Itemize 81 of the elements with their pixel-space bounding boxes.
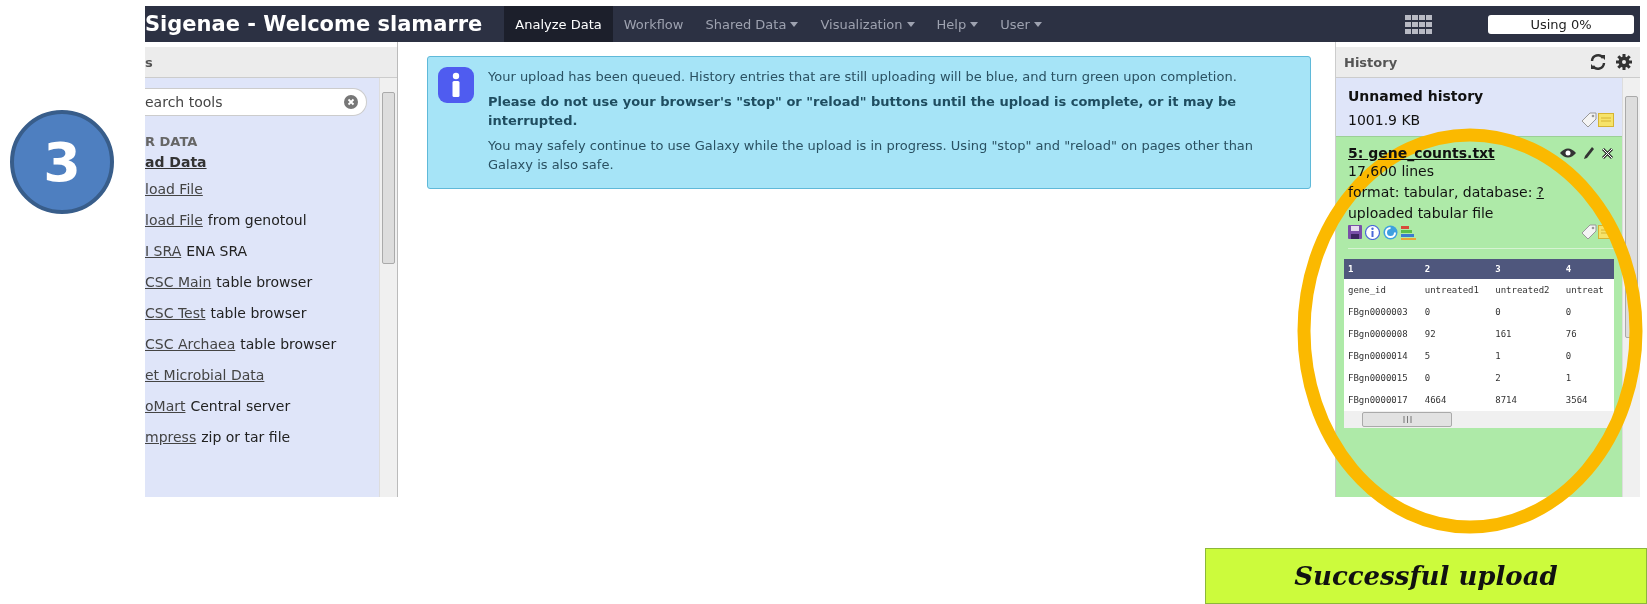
tool-link[interactable]: ad Data [145, 154, 207, 170]
table-cell-text: 2 [1494, 372, 1502, 385]
rerun-icon[interactable] [1383, 224, 1398, 240]
gear-icon[interactable] [1616, 54, 1632, 70]
tool-description: table browser [240, 335, 337, 352]
tool-link[interactable]: oMart [145, 397, 186, 414]
nav-tab[interactable]: Visualization [809, 6, 926, 42]
table-cell-text: 3564 [1564, 394, 1589, 407]
table-cell-text: 1 [1564, 372, 1573, 385]
table-cell-text: 4664 [1423, 394, 1448, 407]
table-cell-text: 0 [1423, 372, 1432, 385]
nav-tab[interactable]: Shared Data [694, 6, 810, 42]
pencil-icon[interactable] [1583, 146, 1595, 160]
clear-icon[interactable] [344, 95, 358, 109]
database-link[interactable]: ? [1536, 184, 1544, 200]
column-header: 4 [1561, 259, 1614, 279]
panel-title: s [145, 54, 153, 70]
table-cell: gene_id [1344, 279, 1421, 301]
table-cell-text: 8714 [1494, 394, 1518, 407]
tag-icon[interactable] [1581, 224, 1597, 240]
eye-icon[interactable] [1559, 147, 1577, 159]
table-cell-text: 161 [1494, 328, 1513, 341]
table-cell-text: FBgn0000008 [1347, 328, 1409, 341]
caption-label: Successful upload [1205, 548, 1647, 604]
table-cell-text: FBgn0000017 [1347, 394, 1409, 407]
info-icon [438, 67, 474, 103]
nav-tab[interactable]: Help [925, 6, 990, 42]
table-cell-text: FBgn0000015 [1347, 372, 1409, 385]
step-badge: 3 [10, 110, 114, 214]
refresh-icon[interactable] [1590, 54, 1606, 70]
grid-icon[interactable] [1405, 14, 1432, 34]
table-cell-text: 0 [1423, 306, 1432, 319]
column-header: 2 [1420, 259, 1492, 279]
column-header: 3 [1491, 259, 1562, 279]
quota-label: Using 0% [1529, 15, 1593, 34]
tool-description: zip or tar file [201, 428, 291, 445]
nav-tab[interactable]: Analyze Data [504, 6, 613, 42]
message-text: You may safely continue to use Galaxy while the upload is in progress. Using "stop" and "reload" on pages other than Galaxy is also safe. [488, 137, 1255, 174]
history-name: Unnamed history [1348, 88, 1485, 104]
table-cell-text: 1 [1494, 350, 1502, 363]
tool-link[interactable]: load File [145, 211, 203, 228]
tool-link[interactable]: et Microbial Data [145, 366, 265, 383]
tag-icon[interactable] [1581, 112, 1597, 128]
table-cell-text: 92 [1423, 328, 1437, 341]
dataset-info: uploaded tabular file [1348, 204, 1495, 223]
panel-title: History [1344, 54, 1398, 70]
tool-description: Central server [190, 397, 291, 414]
table-cell-text: 0 [1564, 350, 1573, 363]
section-heading: R DATA [145, 134, 199, 149]
table-cell-text: FBgn0000014 [1347, 350, 1409, 363]
tool-description: ENA SRA [186, 242, 248, 259]
table-cell-text: FBgn0000003 [1347, 306, 1409, 319]
table-cell-text: 0 [1564, 306, 1573, 319]
table-cell: untreated1 [1420, 279, 1492, 301]
tool-link[interactable]: load File [145, 180, 203, 197]
tool-link[interactable]: CSC Test [145, 304, 206, 321]
table-cell-text: 0 [1494, 306, 1502, 319]
message-text: Please do not use your browser's "stop" or "reload" buttons until the upload is complete, or it may be interrupted. [488, 93, 1238, 130]
close-icon[interactable] [1601, 146, 1614, 160]
nav-tab[interactable]: Workflow [612, 6, 695, 42]
scrollbar[interactable] [1344, 411, 1614, 428]
table-cell-text: 5 [1423, 350, 1432, 363]
nav-tab[interactable]: User [989, 6, 1053, 42]
table-cell: untreat [1561, 279, 1614, 301]
tool-description: table browser [210, 304, 307, 321]
tool-link[interactable]: mpress [145, 428, 197, 445]
column-header: 1 [1344, 259, 1421, 279]
message-text: Your upload has been queued. History entries that are still uploading will be blue, and turn green upon completion. [488, 68, 1238, 86]
history-size: 1001.9 KB [1348, 112, 1421, 128]
brand-title: Sigenae - Welcome slamarre [145, 12, 484, 36]
table-cell: untreated2 [1491, 279, 1562, 301]
search-field[interactable]: earch tools [145, 88, 367, 116]
table-cell-text: 76 [1564, 328, 1578, 341]
grip-icon [1402, 416, 1412, 423]
tool-link[interactable]: I SRA [145, 242, 182, 259]
tool-link[interactable]: CSC Main [145, 273, 212, 290]
tool-description: table browser [216, 273, 313, 290]
tool-link[interactable]: CSC Archaea [145, 335, 236, 352]
stacked-bars-icon[interactable] [1401, 224, 1416, 240]
tool-description: from genotoul [207, 211, 307, 228]
scrollbar[interactable] [379, 78, 397, 497]
